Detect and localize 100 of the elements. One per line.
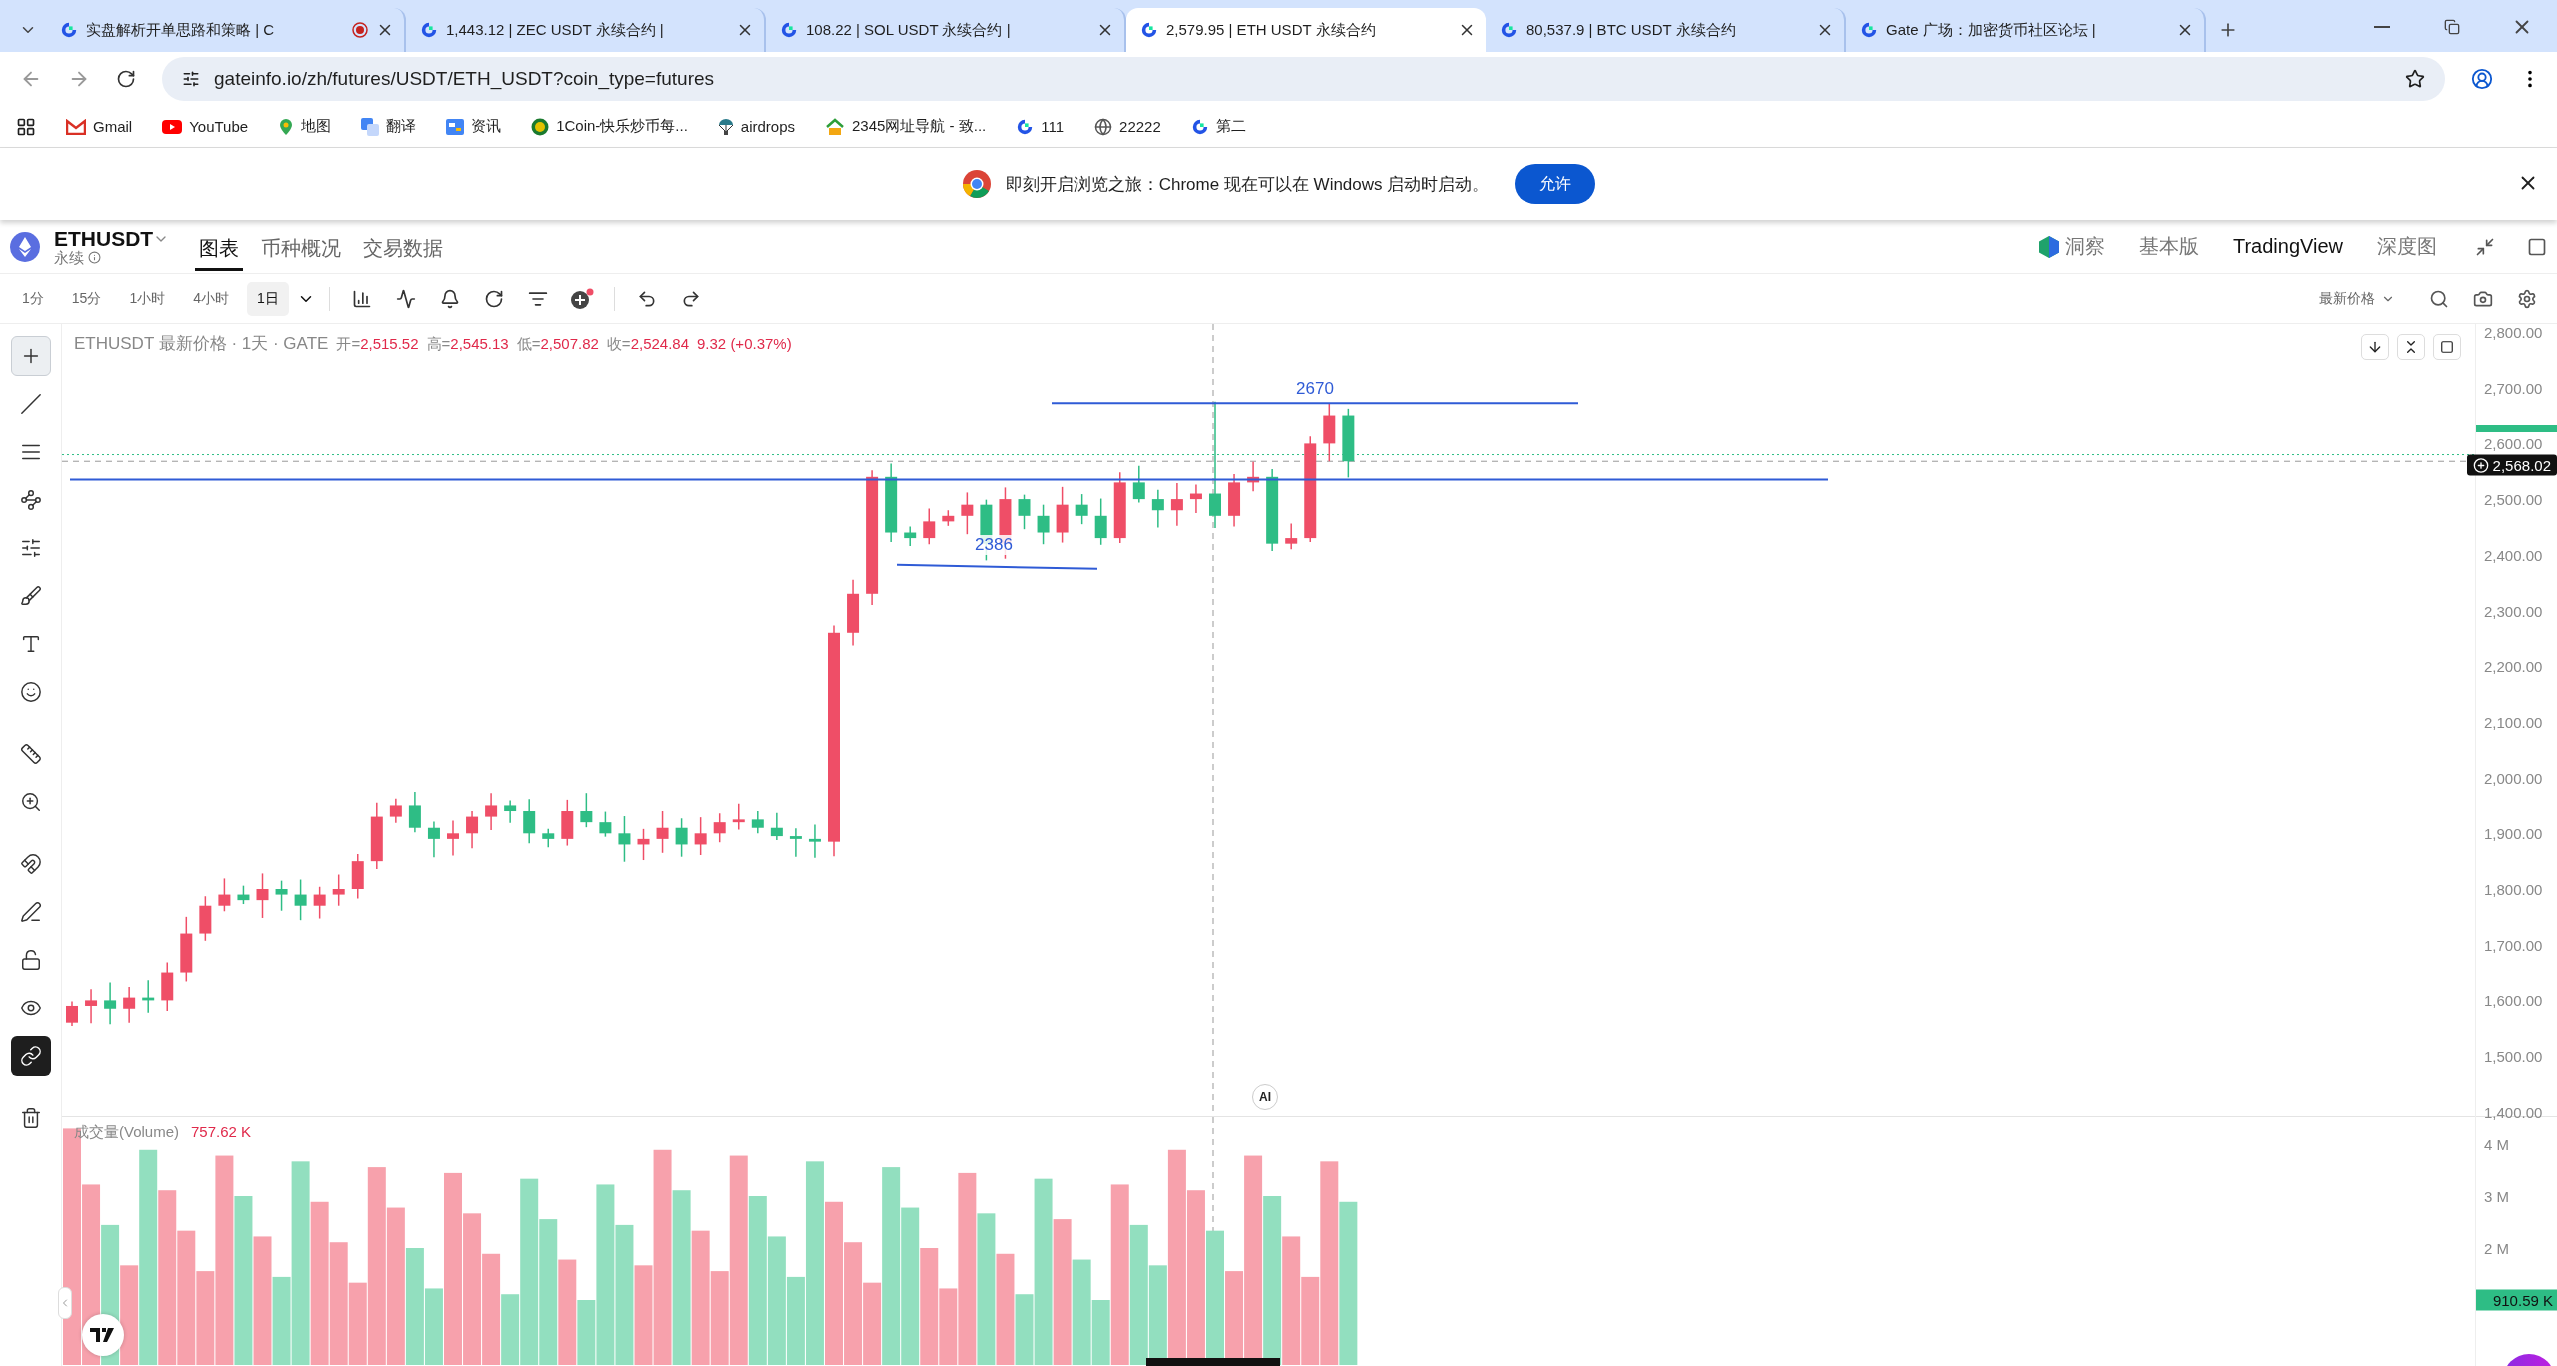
gate-logo-icon (1860, 21, 1878, 39)
price-axis-label: 2,600.00 (2484, 434, 2543, 452)
gate-logo-icon (1190, 117, 1209, 136)
horizontal-line[interactable] (69, 478, 1829, 481)
last-volume-label: 910.59 K (2476, 1289, 2557, 1311)
reload-icon[interactable] (116, 69, 136, 89)
price-axis-label: 1,800.00 (2484, 880, 2543, 898)
search-icon[interactable] (2429, 288, 2449, 309)
browser-logo-icon (961, 169, 992, 199)
price-axis-label: 1,400.00 (2484, 1103, 2543, 1121)
price-axis-label: 2,000.00 (2484, 769, 2543, 787)
bookmark[interactable]: 翻译 (361, 117, 417, 136)
bookmark[interactable]: 地图 (278, 117, 332, 136)
map-pin-icon (278, 117, 295, 136)
replay-icon[interactable] (483, 288, 504, 309)
drawing-tool[interactable] (10, 1036, 51, 1076)
interval-tab[interactable]: 1小时 (119, 281, 176, 316)
interval-tab[interactable]: 1分 (12, 281, 54, 316)
view-tab[interactable]: TradingView (2232, 235, 2343, 258)
trend-line[interactable] (896, 563, 1098, 570)
bookmark[interactable]: 22222 (1094, 117, 1161, 136)
bookmark[interactable]: 第二 (1190, 117, 1246, 136)
candles-icon[interactable] (351, 288, 372, 309)
plus-circle-icon[interactable] (2472, 457, 2489, 474)
view-tab[interactable]: 洞察 (2038, 233, 2105, 260)
undo-icon[interactable] (636, 288, 657, 309)
volume-value: 757.62 K (191, 1123, 252, 1142)
page-tab[interactable]: 图表 (195, 228, 244, 271)
scroll-down-button[interactable] (2361, 334, 2389, 360)
view-tab[interactable]: 基本版 (2138, 233, 2199, 260)
contract-type: 永续 (54, 249, 84, 266)
square-icon (2440, 340, 2454, 354)
view-tab[interactable]: 深度图 (2377, 233, 2437, 260)
fit-button[interactable] (2397, 334, 2425, 360)
minimize-icon (2374, 26, 2390, 28)
price-axis-label: 1,700.00 (2484, 936, 2543, 954)
interval-tab[interactable]: 1日 (246, 281, 289, 316)
ohlc-value: 收=2,524.84 (606, 335, 689, 354)
price-axis-label: 1,900.00 (2484, 824, 2543, 842)
alert-icon[interactable] (439, 288, 460, 309)
site-info-icon[interactable] (182, 70, 200, 88)
horizontal-line[interactable] (1051, 402, 1579, 405)
symbol-name[interactable]: ETHUSDT (54, 227, 154, 250)
price-type-dropdown[interactable]: 最新价格 (2319, 289, 2395, 308)
bookmark-star-icon[interactable] (2405, 69, 2425, 89)
profile-icon[interactable] (2471, 68, 2493, 90)
ethereum-logo-icon (10, 231, 40, 262)
page-tab[interactable]: 交易数据 (359, 228, 448, 271)
price-axis-label: 2,400.00 (2484, 546, 2543, 564)
price-axis-label: 2,100.00 (2484, 713, 2543, 731)
ai-badge[interactable]: AI (1252, 1084, 1278, 1110)
link-icon (19, 1045, 42, 1067)
address-field[interactable]: gateinfo.io/zh/futures/USDT/ETH_USDT?coin_type=futures (162, 57, 2445, 101)
indicators-icon[interactable] (395, 288, 416, 309)
tab-title: 2,579.95 | ETH USDT 永续合约 (1166, 20, 1377, 40)
pencil-icon (19, 901, 42, 923)
mail-icon (66, 118, 86, 135)
gate-logo-icon (420, 21, 438, 39)
news-icon (446, 118, 465, 135)
interval-tab[interactable]: 4小时 (183, 281, 239, 316)
globe-icon (1094, 117, 1113, 136)
ohlc-value: 低=2,507.82 (516, 335, 599, 354)
price-axis-label: 1,600.00 (2484, 991, 2543, 1009)
collapse-handle[interactable] (58, 1287, 72, 1319)
settings-icon[interactable] (2517, 288, 2537, 309)
bookmark[interactable]: 111 (1016, 117, 1065, 136)
interval-tab[interactable]: 15分 (61, 281, 112, 316)
add-icon[interactable] (569, 287, 594, 310)
restore-icon (2444, 19, 2460, 35)
bookmark[interactable]: 资讯 (446, 117, 502, 136)
ruler-icon (19, 743, 42, 765)
bookmark[interactable]: 2345网址导航 - 致... (825, 117, 987, 136)
page-tab[interactable]: 币种概况 (257, 228, 346, 271)
logo-icon (90, 1328, 116, 1342)
volume-axis-label: 3 M (2484, 1187, 2509, 1205)
trend-line-icon (19, 393, 42, 415)
info-icon[interactable] (88, 251, 101, 264)
apps-icon[interactable] (16, 116, 36, 137)
house-icon (825, 117, 846, 136)
price-axis-label: 2,200.00 (2484, 657, 2543, 675)
chart-legend-title: ETHUSDT 最新价格 · 1天 · GATE (74, 333, 329, 355)
bookmark[interactable]: 1Coin-快乐炒币每... (531, 117, 688, 136)
browser-tab[interactable]: 2,579.95 | ETH USDT 永续合约 (1126, 8, 1486, 52)
allow-button[interactable]: 允许 (1515, 164, 1596, 204)
bookmark[interactable]: airdrops (717, 117, 796, 136)
fullscreen-icon[interactable] (2527, 236, 2547, 257)
price-axis-label: 2,700.00 (2484, 379, 2543, 397)
gate-logo-icon (60, 21, 78, 39)
bookmark[interactable]: Gmail (66, 118, 133, 135)
tab-title: Gate 广场：加密货币社区论坛 | (1886, 20, 2097, 40)
collapse-icon[interactable] (2475, 236, 2495, 257)
parachute-icon (717, 117, 734, 136)
tab-title: 80,537.9 | BTC USDT 永续合约 (1526, 20, 1737, 40)
brush-icon (19, 585, 42, 607)
price-change: 9.32 (+0.37%) (697, 335, 792, 352)
reset-button[interactable] (2433, 334, 2461, 360)
bookmark[interactable]: YouTube (162, 118, 249, 135)
last-price: 2,568.02 (2492, 456, 2551, 474)
price-axis-label: 2,500.00 (2484, 490, 2543, 508)
unlock-icon (19, 949, 42, 971)
